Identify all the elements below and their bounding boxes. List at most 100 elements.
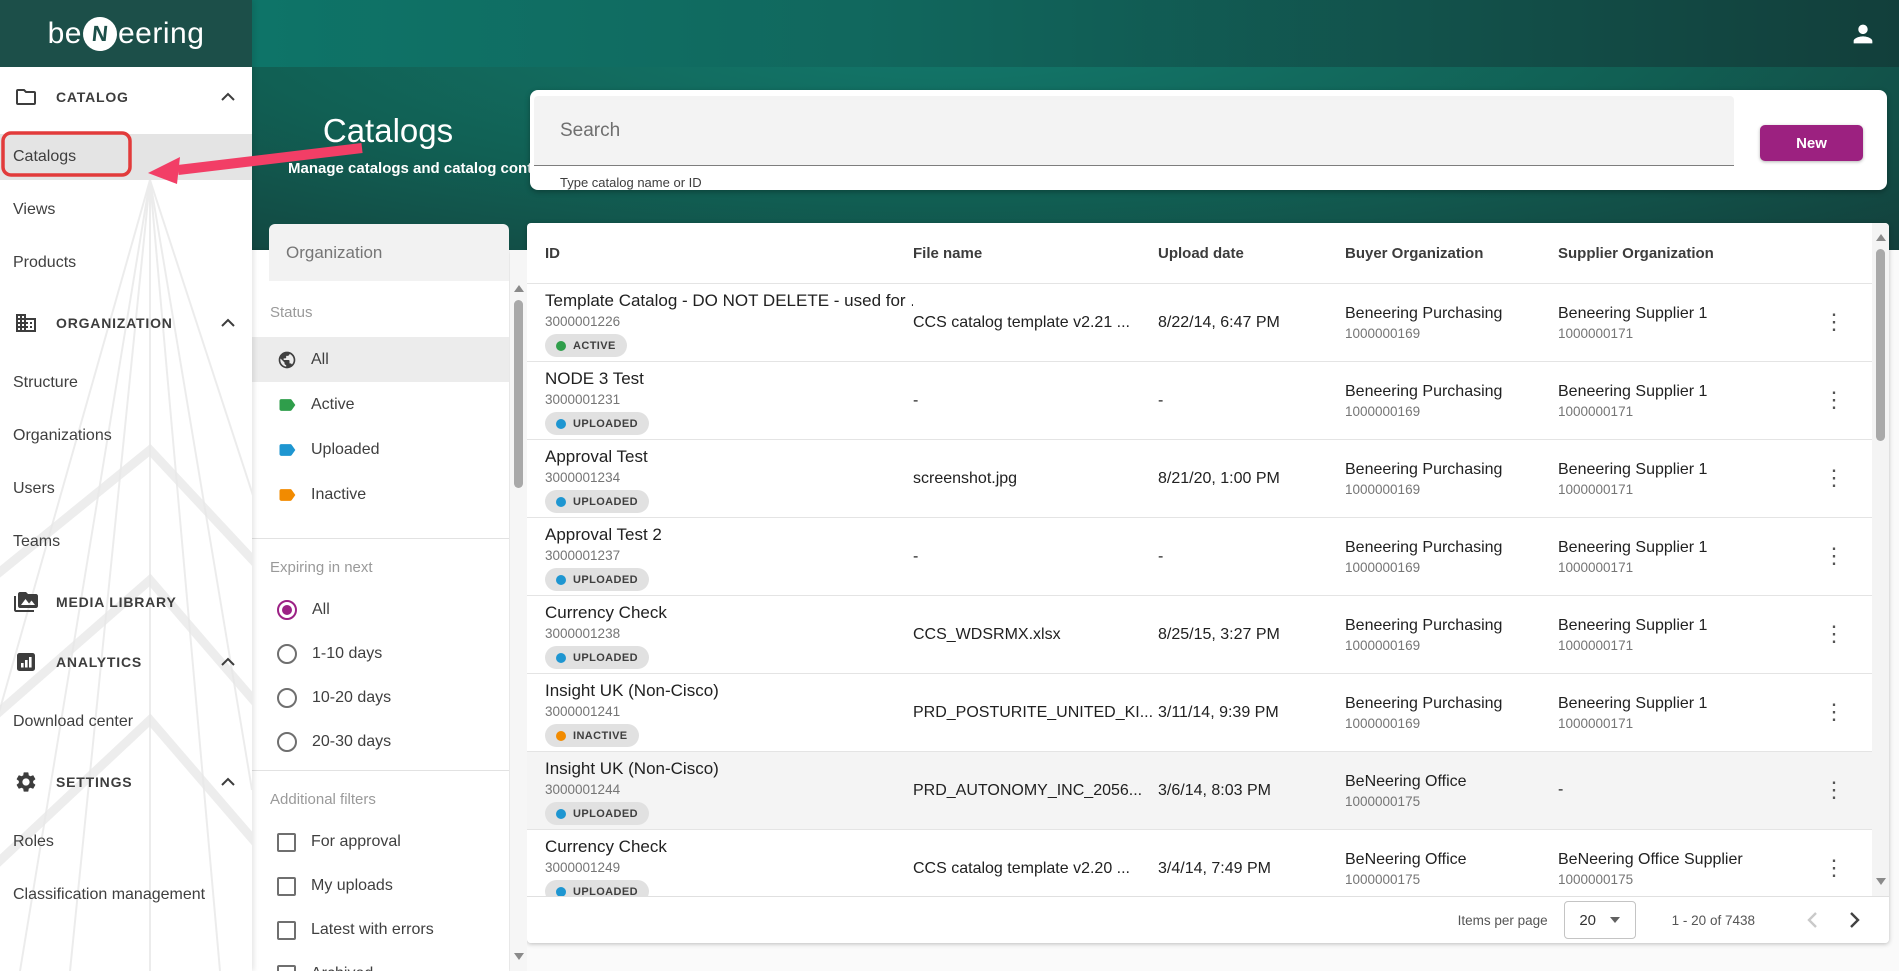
table-row[interactable]: Approval Test 3000001234 UPLOADED screen…: [527, 440, 1889, 518]
row-menu-button[interactable]: ⋮: [1822, 546, 1846, 566]
row-menu-button[interactable]: ⋮: [1822, 390, 1846, 410]
search-card: Type catalog name or ID New: [530, 90, 1887, 190]
table-scrollbar[interactable]: [1872, 223, 1889, 896]
sidebar-section-organization[interactable]: ORGANIZATION: [0, 293, 252, 353]
table-scrollbar-thumb[interactable]: [1876, 249, 1885, 441]
sidebar-item-products[interactable]: Products: [0, 240, 252, 286]
expiring-option-all[interactable]: All: [252, 588, 509, 632]
sidebar-section-label: MEDIA LIBRARY: [56, 594, 236, 610]
scroll-up-arrow-icon[interactable]: [510, 280, 527, 296]
sidebar-item-label: Download center: [13, 713, 133, 731]
status-badge: UPLOADED: [545, 568, 649, 591]
logo-text-suffix: eering: [118, 17, 204, 51]
sidebar-item-download-center[interactable]: Download center: [0, 699, 252, 745]
supplier-organization-cell: Beneering Supplier 1 1000000171: [1558, 695, 1828, 731]
catalog-name-cell: Currency Check 3000001238 UPLOADED: [545, 596, 913, 674]
expiring-filter-label: Expiring in next: [252, 559, 509, 576]
row-menu-button[interactable]: ⋮: [1822, 858, 1846, 878]
filter-scrollbar[interactable]: [510, 250, 527, 971]
supplier-organization-cell: Beneering Supplier 1 1000000171: [1558, 617, 1828, 653]
status-option-label: Active: [311, 396, 355, 414]
sidebar-section-label: ANALYTICS: [56, 654, 220, 670]
scroll-up-arrow-icon[interactable]: [1872, 229, 1889, 245]
chevron-up-icon: [220, 777, 236, 787]
sidebar-item-structure[interactable]: Structure: [0, 360, 252, 406]
file-name-cell: CCS catalog template v2.20 ...: [913, 860, 1158, 878]
sidebar-section-catalog[interactable]: CATALOG: [0, 67, 252, 127]
status-option-active[interactable]: Active: [252, 382, 509, 427]
upload-date-cell: 3/6/14, 8:03 PM: [1158, 782, 1345, 800]
previous-page-button[interactable]: [1799, 907, 1825, 933]
upload-date-cell: 3/11/14, 9:39 PM: [1158, 704, 1345, 722]
sidebar: be N eering CATALOG Catalogs Views: [0, 0, 252, 971]
sidebar-item-teams[interactable]: Teams: [0, 519, 252, 565]
scroll-down-arrow-icon[interactable]: [1872, 873, 1889, 889]
search-input[interactable]: [534, 96, 1734, 166]
table-row[interactable]: NODE 3 Test 3000001231 UPLOADED - - Bene…: [527, 362, 1889, 440]
status-badge: UPLOADED: [545, 490, 649, 513]
sidebar-item-catalogs[interactable]: Catalogs: [0, 134, 252, 180]
status-option-all[interactable]: All: [252, 337, 509, 382]
column-header-file-name: File name: [913, 245, 1158, 262]
expiring-option-10-20[interactable]: 10-20 days: [252, 676, 509, 720]
status-dot-icon: [556, 575, 566, 585]
organization-filter-input[interactable]: [269, 224, 509, 281]
row-menu-button[interactable]: ⋮: [1822, 312, 1846, 332]
upload-date-cell: -: [1158, 548, 1345, 566]
status-option-inactive[interactable]: Inactive: [252, 472, 509, 517]
sidebar-item-label: Users: [13, 480, 55, 498]
scroll-down-arrow-icon[interactable]: [510, 948, 527, 964]
table-row[interactable]: Currency Check 3000001238 UPLOADED CCS_W…: [527, 596, 1889, 674]
table-row[interactable]: Insight UK (Non-Cisco) 3000001241 INACTI…: [527, 674, 1889, 752]
brand-logo: be N eering: [48, 17, 205, 51]
sidebar-item-classification-management[interactable]: Classification management: [0, 872, 252, 918]
sidebar-section-settings[interactable]: SETTINGS: [0, 752, 252, 812]
sidebar-item-roles[interactable]: Roles: [0, 819, 252, 865]
catalog-id: 3000001244: [545, 782, 913, 797]
status-option-uploaded[interactable]: Uploaded: [252, 427, 509, 472]
sidebar-item-users[interactable]: Users: [0, 466, 252, 512]
radio-label: 10-20 days: [312, 689, 391, 707]
page-size-select[interactable]: 20: [1564, 901, 1636, 939]
filter-scrollbar-thumb[interactable]: [514, 300, 523, 488]
catalog-name-cell: Insight UK (Non-Cisco) 3000001241 INACTI…: [545, 674, 913, 752]
status-filter-label: Status: [252, 304, 509, 321]
sidebar-item-views[interactable]: Views: [0, 187, 252, 233]
catalog-name: NODE 3 Test: [545, 369, 913, 389]
table-row[interactable]: Insight UK (Non-Cisco) 3000001244 UPLOAD…: [527, 752, 1889, 830]
catalog-id: 3000001231: [545, 392, 913, 407]
catalog-name: Currency Check: [545, 837, 913, 857]
status-dot-icon: [556, 731, 566, 741]
expiring-option-1-10[interactable]: 1-10 days: [252, 632, 509, 676]
catalog-name-cell: Template Catalog - DO NOT DELETE - used …: [545, 284, 913, 362]
catalog-name: Insight UK (Non-Cisco): [545, 681, 913, 701]
user-icon: [1849, 20, 1877, 48]
new-catalog-button[interactable]: New: [1760, 125, 1863, 161]
user-account-button[interactable]: [1849, 20, 1877, 48]
checkbox-label: My uploads: [311, 877, 393, 895]
row-menu-button[interactable]: ⋮: [1822, 702, 1846, 722]
filter-latest-with-errors[interactable]: Latest with errors: [252, 908, 509, 952]
filter-my-uploads[interactable]: My uploads: [252, 864, 509, 908]
table-row[interactable]: Template Catalog - DO NOT DELETE - used …: [527, 284, 1889, 362]
file-name-cell: PRD_POSTURITE_UNITED_KI...: [913, 704, 1158, 722]
sidebar-item-organizations[interactable]: Organizations: [0, 413, 252, 459]
sidebar-item-label: Catalogs: [13, 148, 76, 166]
sidebar-section-media-library[interactable]: MEDIA LIBRARY: [0, 572, 252, 632]
upload-date-cell: 3/4/14, 7:49 PM: [1158, 860, 1345, 878]
next-page-button[interactable]: [1841, 907, 1867, 933]
row-menu-button[interactable]: ⋮: [1822, 780, 1846, 800]
supplier-organization-cell: -: [1558, 781, 1828, 802]
page-range-label: 1 - 20 of 7438: [1672, 913, 1755, 928]
filter-for-approval[interactable]: For approval: [252, 820, 509, 864]
row-menu-button[interactable]: ⋮: [1822, 624, 1846, 644]
status-badge: UPLOADED: [545, 802, 649, 825]
expiring-option-20-30[interactable]: 20-30 days: [252, 720, 509, 764]
buyer-organization-cell: Beneering Purchasing 1000000169: [1345, 305, 1558, 341]
filter-archived[interactable]: Archived: [252, 952, 509, 971]
checkbox-label: Archived: [311, 965, 373, 971]
table-row[interactable]: Approval Test 2 3000001237 UPLOADED - - …: [527, 518, 1889, 596]
sidebar-section-analytics[interactable]: ANALYTICS: [0, 632, 252, 692]
row-menu-button[interactable]: ⋮: [1822, 468, 1846, 488]
status-badge: ACTIVE: [545, 334, 627, 357]
